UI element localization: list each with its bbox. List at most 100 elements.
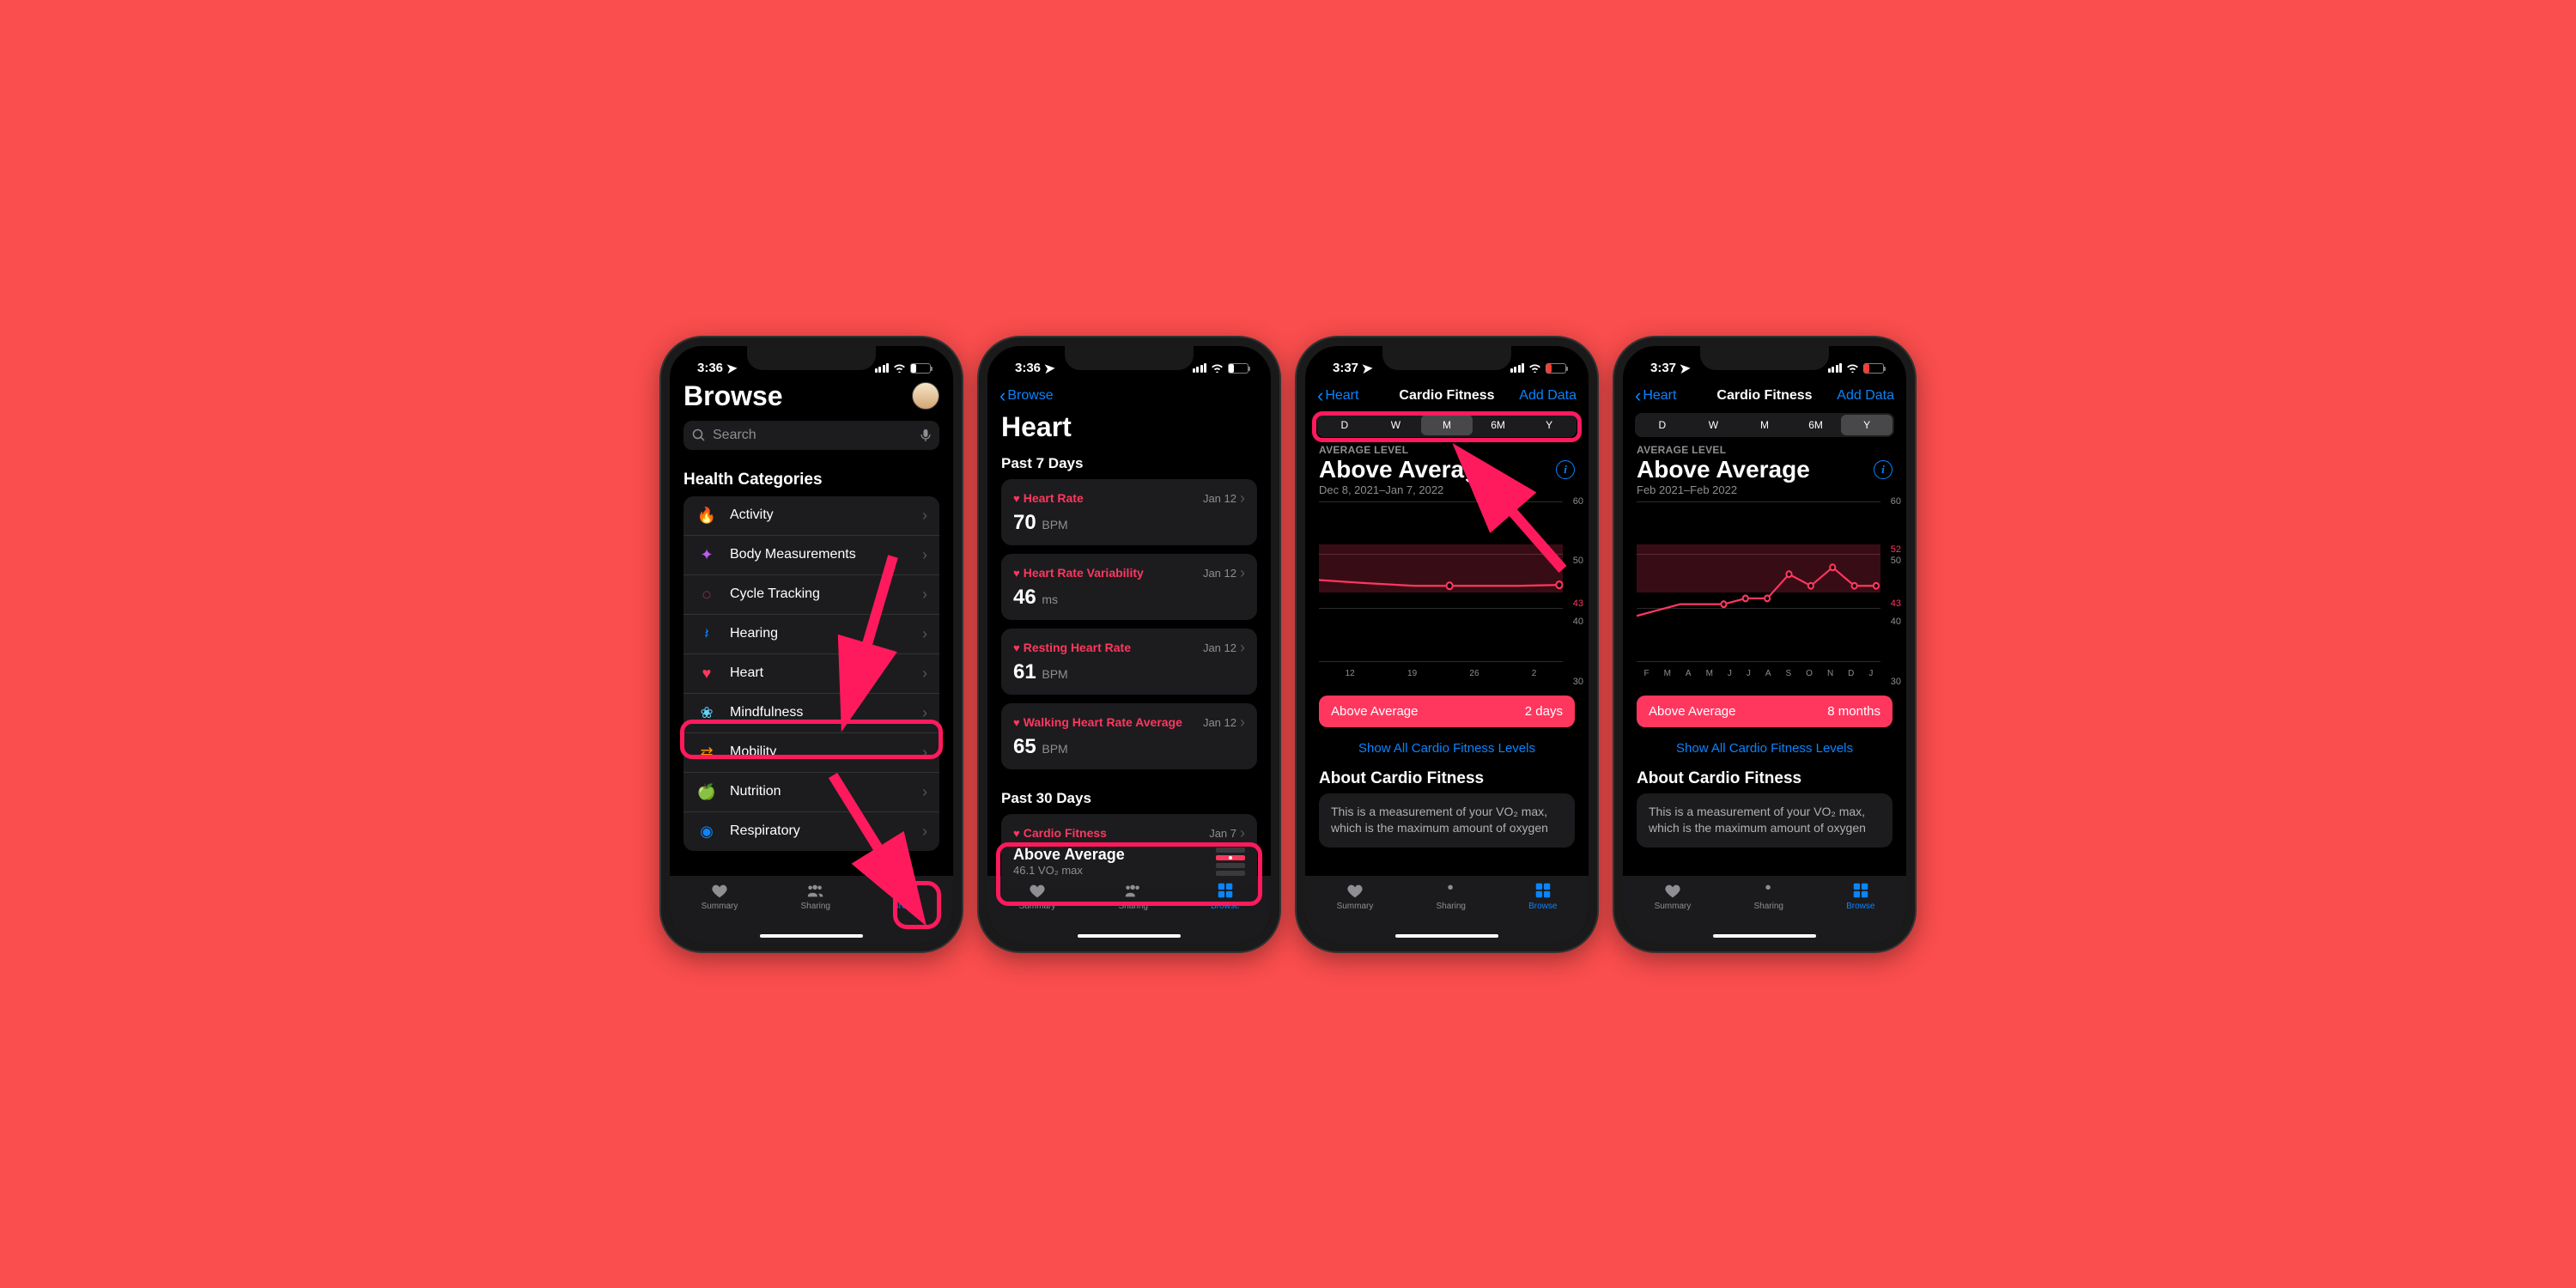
seg-w[interactable]: W — [1688, 415, 1740, 435]
tab-browse[interactable]: Browse — [1528, 881, 1557, 943]
tab-summary[interactable]: Summary — [702, 881, 738, 943]
chevron-icon: › — [922, 823, 927, 841]
about-title: About Cardio Fitness — [1623, 764, 1906, 793]
add-data-button[interactable]: Add Data — [1837, 388, 1894, 404]
ear-icon: 𝄽 — [696, 625, 718, 643]
notch — [1382, 346, 1511, 370]
seg-m[interactable]: M — [1739, 415, 1790, 435]
seg-m[interactable]: M — [1421, 415, 1473, 435]
chevron-icon: › — [1240, 489, 1245, 507]
chevron-icon: › — [922, 744, 927, 762]
nav-title: Cardio Fitness — [1716, 388, 1812, 404]
heart-icon: ♥ — [1013, 567, 1020, 580]
home-indicator[interactable] — [1078, 934, 1181, 938]
tab-bar: Summary Sharing Browse — [670, 876, 953, 943]
profile-avatar[interactable] — [912, 382, 939, 410]
list-item-nutrition[interactable]: 🍏Nutrition› — [683, 773, 939, 812]
phone-heart: 3:36➤ ‹Browse Heart Past 7 Days ♥Heart R… — [979, 337, 1279, 951]
back-button[interactable]: ‹Browse — [999, 385, 1054, 407]
status-time: 3:36 — [697, 361, 723, 375]
chevron-icon: › — [922, 665, 927, 683]
cardio-fitness-chart-year[interactable]: 60 52 50 43 40 30 FMAMJJASONDJ — [1637, 501, 1903, 682]
phone-cardio-year: 3:37➤ ‹Heart Cardio Fitness Add Data D W… — [1614, 337, 1915, 951]
chevron-icon: › — [922, 783, 927, 801]
tab-bar: Summary Sharing Browse — [987, 876, 1271, 943]
section-past-30-days: Past 30 Days — [987, 778, 1271, 814]
level-pill[interactable]: Above Average2 days — [1319, 696, 1575, 727]
list-item-mindfulness[interactable]: ❀Mindfulness› — [683, 694, 939, 733]
x-axis: FMAMJJASONDJ — [1637, 669, 1880, 678]
tab-browse[interactable]: Browse — [1211, 881, 1239, 943]
flame-icon: 🔥 — [696, 507, 718, 525]
seg-y[interactable]: Y — [1841, 415, 1893, 435]
add-data-button[interactable]: Add Data — [1519, 388, 1577, 404]
date-range: Dec 8, 2021–Jan 7, 2022 — [1305, 483, 1589, 501]
wifi-icon — [1846, 363, 1859, 373]
home-indicator[interactable] — [1395, 934, 1498, 938]
home-indicator[interactable] — [1713, 934, 1816, 938]
tab-browse[interactable]: Browse — [1846, 881, 1874, 943]
seg-w[interactable]: W — [1370, 415, 1422, 435]
search-icon — [692, 428, 706, 442]
location-icon: ➤ — [1043, 360, 1055, 376]
show-all-levels-link[interactable]: Show All Cardio Fitness Levels — [1305, 736, 1589, 764]
about-card: This is a measurement of your VO₂ max, w… — [1319, 793, 1575, 848]
location-icon: ➤ — [1679, 360, 1691, 376]
mindfulness-icon: ❀ — [696, 704, 718, 722]
back-button[interactable]: ‹Heart — [1635, 385, 1676, 407]
search-input[interactable]: Search — [683, 421, 939, 450]
nav-title: Cardio Fitness — [1399, 388, 1494, 404]
page-title: Browse — [683, 380, 797, 412]
heart-icon: ♥ — [1013, 641, 1020, 654]
location-icon: ➤ — [1361, 360, 1373, 376]
list-item-cycle-tracking[interactable]: ◌Cycle Tracking› — [683, 575, 939, 615]
list-item-respiratory[interactable]: ◉Respiratory› — [683, 812, 939, 851]
about-title: About Cardio Fitness — [1305, 764, 1589, 793]
tab-summary[interactable]: Summary — [1019, 881, 1056, 943]
signal-icon — [1193, 363, 1207, 373]
heart-icon: ♥ — [696, 665, 718, 683]
level-pill[interactable]: Above Average8 months — [1637, 696, 1893, 727]
card-resting-hr[interactable]: ♥Resting Heart RateJan 12› 61 BPM — [1001, 629, 1257, 695]
show-all-levels-link[interactable]: Show All Cardio Fitness Levels — [1623, 736, 1906, 764]
seg-6m[interactable]: 6M — [1790, 415, 1842, 435]
card-heart-rate[interactable]: ♥Heart RateJan 12› 70 BPM — [1001, 479, 1257, 545]
seg-y[interactable]: Y — [1523, 415, 1575, 435]
time-range-segmented: D W M 6M Y — [1635, 413, 1894, 437]
seg-d[interactable]: D — [1637, 415, 1688, 435]
tab-summary[interactable]: Summary — [1337, 881, 1374, 943]
tab-browse[interactable]: Browse — [893, 881, 921, 943]
card-walking-hr[interactable]: ♥Walking Heart Rate AverageJan 12› 65 BP… — [1001, 703, 1257, 769]
info-icon[interactable]: i — [1874, 460, 1893, 479]
phone-cardio-month: 3:37➤ ‹Heart Cardio Fitness Add Data D W… — [1297, 337, 1597, 951]
wifi-icon — [893, 363, 906, 373]
chevron-icon: › — [922, 625, 927, 643]
list-item-body-measurements[interactable]: ✦Body Measurements› — [683, 536, 939, 575]
cycle-icon: ◌ — [696, 586, 718, 604]
cardio-fitness-chart-month[interactable]: 60 50 43 40 30 1219262 — [1319, 501, 1585, 682]
headline: Above Averagei — [1623, 456, 1906, 483]
card-hrv[interactable]: ♥Heart Rate VariabilityJan 12› 46 ms — [1001, 554, 1257, 620]
overline: AVERAGE LEVEL — [1623, 444, 1906, 456]
battery-icon — [910, 363, 931, 374]
chevron-icon: › — [922, 586, 927, 604]
list-item-mobility[interactable]: ⇄Mobility› — [683, 733, 939, 773]
nutrition-icon: 🍏 — [696, 783, 718, 801]
list-item-activity[interactable]: 🔥Activity› — [683, 496, 939, 536]
headline: Above Averagei — [1305, 456, 1589, 483]
signal-icon — [1510, 363, 1525, 373]
chevron-icon: › — [922, 507, 927, 525]
location-icon: ➤ — [726, 360, 738, 376]
tab-summary[interactable]: Summary — [1655, 881, 1692, 943]
seg-d[interactable]: D — [1319, 415, 1370, 435]
home-indicator[interactable] — [760, 934, 863, 938]
back-button[interactable]: ‹Heart — [1317, 385, 1358, 407]
list-item-heart[interactable]: ♥Heart› — [683, 654, 939, 694]
list-item-hearing[interactable]: 𝄽Hearing› — [683, 615, 939, 654]
mic-icon[interactable] — [920, 428, 931, 442]
info-icon[interactable]: i — [1556, 460, 1575, 479]
mobility-icon: ⇄ — [696, 744, 718, 762]
heart-icon: ♥ — [1013, 716, 1020, 729]
heart-icon: ♥ — [1013, 492, 1020, 505]
seg-6m[interactable]: 6M — [1473, 415, 1524, 435]
